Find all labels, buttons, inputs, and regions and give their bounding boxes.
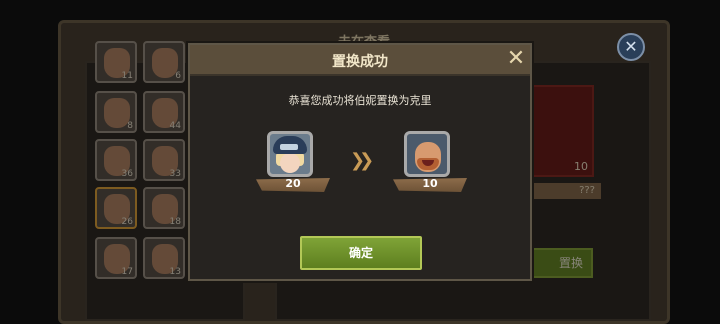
hero-thumb[interactable]: 44	[143, 91, 185, 133]
dialog-title: 置换成功	[332, 54, 388, 70]
game-screen: 未在查看 11 6 8 44 36 33 26 18 17 13 10 ??? …	[0, 0, 720, 324]
background-close-icon[interactable]: ✕	[617, 33, 645, 61]
arrow-right-icon: ❯❯	[350, 150, 374, 171]
target-hero-card: 10	[522, 85, 594, 177]
from-hero-portrait	[267, 131, 313, 177]
dialog-header: 置换成功 ✕	[190, 45, 530, 76]
hero-thumb[interactable]: 6	[143, 41, 185, 83]
to-hero-level: 10	[422, 177, 438, 190]
to-hero: 10	[393, 131, 467, 205]
target-hero-name: ???	[521, 183, 601, 199]
swap-success-dialog: 置换成功 ✕ 恭喜您成功将伯妮置换为克里 20 ❯❯ 10 确定	[188, 43, 532, 281]
to-hero-portrait	[404, 131, 450, 177]
hero-thumb-selected[interactable]: 26	[95, 187, 137, 229]
success-message: 恭喜您成功将伯妮置换为克里	[288, 94, 432, 107]
from-hero-level: 20	[285, 177, 301, 190]
hero-thumb[interactable]: 33	[143, 139, 185, 181]
close-icon[interactable]: ✕	[505, 48, 527, 70]
hero-thumb[interactable]: 11	[95, 41, 137, 83]
hero-thumb[interactable]: 18	[143, 187, 185, 229]
hero-thumb[interactable]: 8	[95, 91, 137, 133]
confirm-button[interactable]: 确定	[300, 236, 422, 270]
hero-thumb[interactable]: 36	[95, 139, 137, 181]
hero-thumb[interactable]: 13	[143, 237, 185, 279]
hero-thumb[interactable]: 17	[95, 237, 137, 279]
from-hero: 20	[256, 131, 330, 205]
